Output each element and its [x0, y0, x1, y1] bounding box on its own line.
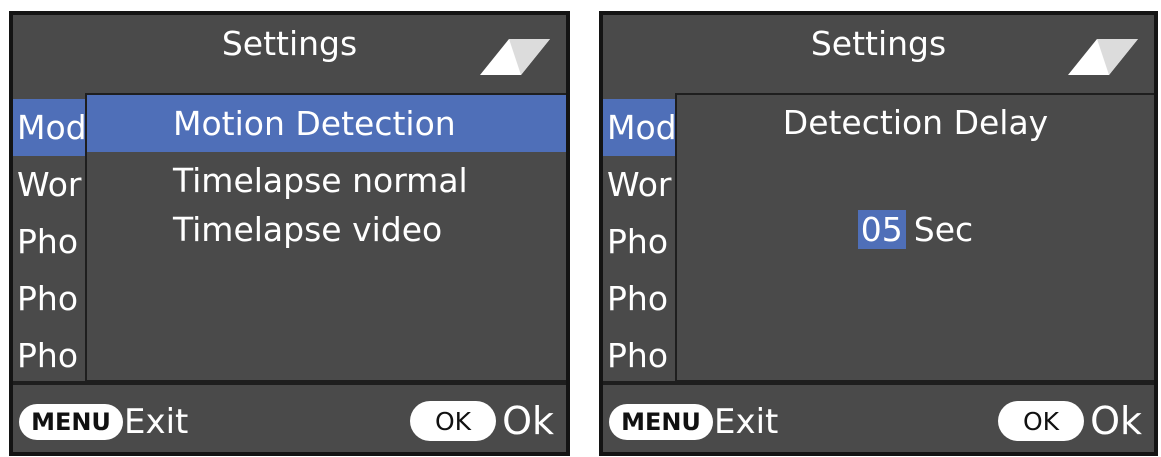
menu-button[interactable]: MENU [19, 404, 123, 440]
option-motion-detection[interactable]: Motion Detection [87, 95, 566, 152]
settings-panel: Settings Mod Wor Pho Pho Pho Detection D… [603, 15, 1154, 452]
footer-divider [13, 381, 566, 385]
exit-label: Exit [714, 402, 779, 442]
ok-label: Ok [502, 399, 554, 443]
settings-menu-list: Mod Wor Pho Pho Pho [13, 99, 93, 384]
delay-unit-label: Sec [913, 210, 974, 249]
detection-delay-dialog: Detection Delay 05 Sec [675, 93, 1154, 382]
option-timelapse-video[interactable]: Timelapse video [87, 209, 566, 250]
left-camera-screen: Settings Mod Wor Pho Pho Pho Motion Dete… [9, 11, 570, 456]
menu-item-photo-3[interactable]: Pho [13, 327, 93, 384]
ok-button[interactable]: OK [410, 401, 496, 441]
footer-divider [603, 381, 1154, 385]
menu-item-work[interactable]: Wor [603, 156, 683, 213]
option-timelapse-normal[interactable]: Timelapse normal [87, 152, 566, 209]
ok-button[interactable]: OK [998, 401, 1084, 441]
menu-button[interactable]: MENU [609, 404, 713, 440]
delay-value-row: 05 Sec [677, 210, 1154, 249]
scroll-indicator-icon [480, 39, 550, 75]
menu-item-photo-2[interactable]: Pho [603, 270, 683, 327]
menu-item-mode[interactable]: Mod [603, 99, 683, 156]
menu-item-photo-1[interactable]: Pho [13, 213, 93, 270]
scroll-indicator-icon [1068, 39, 1138, 75]
delay-value-field[interactable]: 05 [857, 210, 906, 249]
menu-item-photo-3[interactable]: Pho [603, 327, 683, 384]
mode-options-popup: Motion Detection Timelapse normal Timela… [85, 93, 566, 382]
settings-menu-list: Mod Wor Pho Pho Pho [603, 99, 683, 384]
settings-panel: Settings Mod Wor Pho Pho Pho Motion Dete… [13, 15, 566, 452]
dialog-title: Detection Delay [782, 103, 1049, 142]
menu-item-photo-1[interactable]: Pho [603, 213, 683, 270]
ok-label: Ok [1090, 399, 1142, 443]
menu-item-photo-2[interactable]: Pho [13, 270, 93, 327]
exit-label: Exit [124, 402, 189, 442]
right-camera-screen: Settings Mod Wor Pho Pho Pho Detection D… [599, 11, 1158, 456]
menu-item-work[interactable]: Wor [13, 156, 93, 213]
menu-item-mode[interactable]: Mod [13, 99, 93, 156]
